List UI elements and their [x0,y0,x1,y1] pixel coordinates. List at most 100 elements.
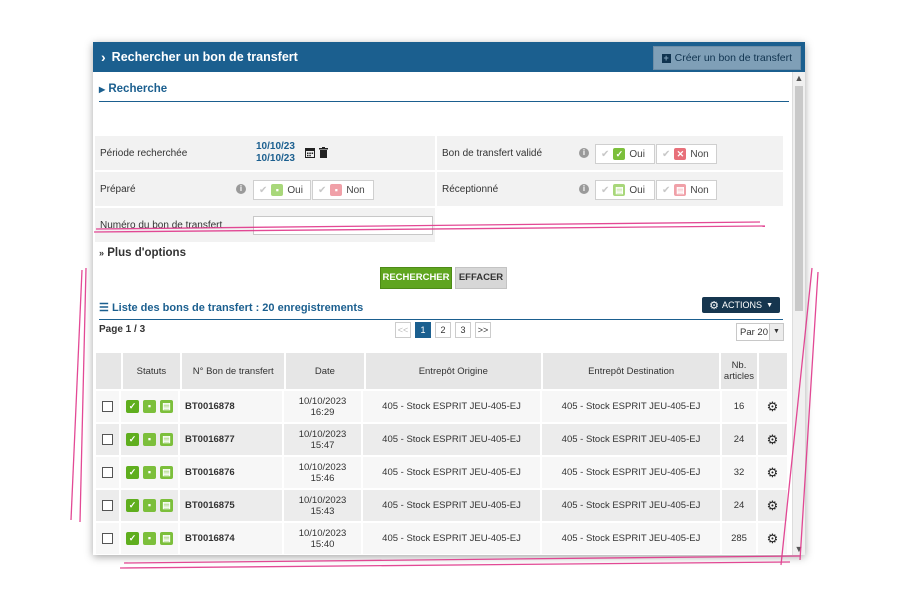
double-chevron-down-icon: » [99,248,105,258]
row-date: 10/10/2023 [298,494,347,506]
row-origin: 405 - Stock ESPRIT JEU-405-EJ [363,490,542,521]
close-icon: ✕ [674,148,687,160]
page-title: Rechercher un bon de transfert [111,50,298,64]
validated-label: Bon de transfert validé [442,147,543,159]
row-date: 10/10/2023 [298,461,347,473]
caret-down-icon: ▼ [769,324,783,340]
received-no-toggle[interactable]: ✔ ▤ Non [656,180,717,200]
period-dates[interactable]: 10/10/23 10/10/23 [256,141,295,165]
period-from[interactable]: 10/10/23 [256,141,295,153]
row-checkbox[interactable] [102,500,113,511]
validated-yes-toggle[interactable]: ✔ ✓ Oui [595,144,655,164]
row-select-cell [96,424,121,455]
pager-page-2[interactable]: 2 [435,322,451,338]
row-checkbox[interactable] [102,434,113,445]
title-bar: › Rechercher un bon de transfert + Créer… [93,42,805,72]
received-yes-toggle[interactable]: ✔ ▤ Oui [595,180,655,200]
box-icon: ▤ [674,184,687,196]
gear-icon[interactable]: ⚙ [767,466,779,479]
actions-button[interactable]: ⚙ ACTIONS ▼ [702,297,780,313]
row-articles: 24 [722,490,758,521]
row-status-cell: ✓ ▪ ▤ [121,490,180,521]
row-status-cell: ✓ ▪ ▤ [121,424,180,455]
row-actions-cell: ⚙ [758,523,787,554]
table-row[interactable]: ✓ ▪ ▤ BT0016876 10/10/2023 15:46 405 - Stock E… [96,457,787,488]
info-icon[interactable]: i [579,184,589,194]
info-icon[interactable]: i [236,184,246,194]
validated-no-toggle[interactable]: ✔ ✕ Non [656,144,717,164]
truck-icon: ▪ [143,466,156,479]
row-select-cell [96,391,121,422]
clear-button[interactable]: EFFACER [455,267,507,289]
row-destination: 405 - Stock ESPRIT JEU-405-EJ [542,523,722,554]
row-number[interactable]: BT0016878 [180,391,284,422]
prepared-no-label: Non [346,184,365,196]
gear-icon[interactable]: ⚙ [767,400,779,413]
box-icon: ▤ [160,400,173,413]
row-status-cell: ✓ ▪ ▤ [121,523,180,554]
box-icon: ▤ [160,466,173,479]
actions-label: ACTIONS [722,300,763,310]
row-actions-cell: ⚙ [758,457,787,488]
trash-icon[interactable] [319,147,328,161]
table-body: ✓ ▪ ▤ BT0016878 10/10/2023 16:29 405 - Stock E… [96,391,787,555]
per-page-select[interactable]: Par 20 ▼ [736,323,784,341]
vertical-scrollbar[interactable]: ▲ ▼ [792,72,805,555]
row-date: 10/10/2023 [298,428,347,440]
pager-first[interactable]: << [395,322,411,338]
truck-icon: ▪ [143,499,156,512]
row-select-cell [96,523,121,554]
col-select [96,353,123,389]
row-number[interactable]: BT0016875 [180,490,284,521]
row-time: 15:43 [310,505,335,517]
row-time: 15:40 [310,538,335,550]
row-number[interactable]: BT0016876 [180,457,284,488]
create-transfer-button[interactable]: + Créer un bon de transfert [652,46,801,70]
received-label: Réceptionné [442,183,499,195]
gear-icon[interactable]: ⚙ [767,433,779,446]
calendar-icon[interactable] [305,147,315,161]
table-row[interactable]: ✓ ▪ ▤ BT0016874 10/10/2023 15:40 405 - Stock E… [96,523,787,554]
row-date-cell: 10/10/2023 15:40 [284,523,363,554]
table-row[interactable]: ✓ ▪ ▤ BT0016877 10/10/2023 15:47 405 - Stock E… [96,424,787,455]
row-number[interactable]: BT0016877 [180,424,284,455]
scrollbar-thumb[interactable] [795,86,803,311]
validated-field: Bon de transfert validé i ✔ ✓ Oui ✔ ✕ Non [437,136,783,170]
prepared-yes-label: Oui [287,184,303,196]
pager-page-1[interactable]: 1 [415,322,431,338]
row-actions-cell: ⚙ [758,424,787,455]
row-checkbox[interactable] [102,467,113,478]
transfer-number-input[interactable] [253,216,433,235]
scroll-up-icon[interactable]: ▲ [793,72,805,84]
col-destination: Entrepôt Destination [542,353,722,389]
row-date: 10/10/2023 [298,527,347,539]
period-to[interactable]: 10/10/23 [256,153,295,165]
gear-icon[interactable]: ⚙ [767,532,779,545]
table-row[interactable]: ✓ ▪ ▤ BT0016875 10/10/2023 15:43 405 - Stock E… [96,490,787,521]
table-row[interactable]: ✓ ▪ ▤ BT0016878 10/10/2023 16:29 405 - Stock E… [96,391,787,422]
check-icon: ✔ [318,184,327,196]
row-destination: 405 - Stock ESPRIT JEU-405-EJ [542,391,722,422]
row-date-cell: 10/10/2023 15:46 [284,457,363,488]
row-number[interactable]: BT0016874 [180,523,284,554]
row-time: 15:47 [310,439,335,451]
scroll-down-icon[interactable]: ▼ [793,543,805,555]
pager-last[interactable]: >> [475,322,491,338]
search-button[interactable]: RECHERCHER [380,267,452,289]
row-date-cell: 10/10/2023 16:29 [284,391,363,422]
row-checkbox[interactable] [102,401,113,412]
prepared-yes-toggle[interactable]: ✔ ▪ Oui [253,180,311,200]
prepared-no-toggle[interactable]: ✔ ▪ Non [312,180,374,200]
period-label: Période recherchée [100,147,188,159]
number-field: Numéro du bon de transfert [95,208,435,242]
col-number: N° Bon de transfert [182,353,287,389]
row-checkbox[interactable] [102,533,113,544]
table-header: Statuts N° Bon de transfert Date Entrepô… [96,353,787,389]
more-options-label: Plus d'options [107,247,186,259]
row-status-cell: ✓ ▪ ▤ [121,457,180,488]
pager-page-3[interactable]: 3 [455,322,471,338]
check-icon: ✓ [126,499,139,512]
gear-icon[interactable]: ⚙ [767,499,779,512]
more-options-toggle[interactable]: » Plus d'options [99,247,186,259]
info-icon[interactable]: i [579,148,589,158]
